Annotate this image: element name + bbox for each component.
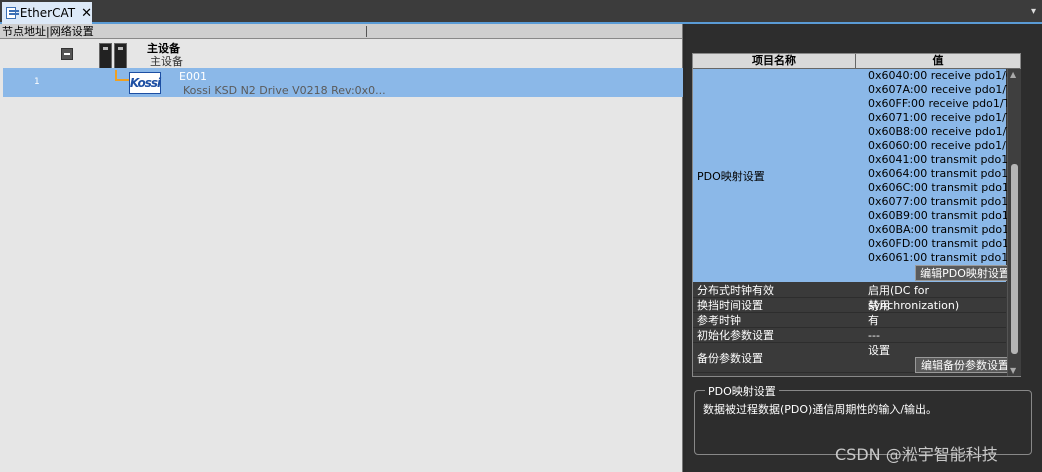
pdo-entry: 0x607A:00 receive pdo1/Ta...: [868, 83, 1008, 96]
column-item-name[interactable]: 项目名称: [693, 54, 856, 68]
description-title: PDO映射设置: [705, 383, 779, 399]
property-scrollbar[interactable]: ▲ ▼: [1007, 69, 1021, 376]
slave-device-row[interactable]: 1 Kossi E001 Kossi KSD N2 Drive V0218 Re…: [3, 68, 683, 97]
edit-pdo-mapping-button[interactable]: 编辑PDO映射设置: [915, 265, 1015, 281]
node-address-header: 节点地址|网络设置: [0, 24, 682, 39]
properties-panel: 项目名称 值 PDO映射设置 0x6040:00 receive pdo1/C.…: [686, 24, 1042, 472]
property-rows: 分布式时钟有效 启用(DC for synchronization) 换挡时间设…: [693, 283, 1015, 373]
network-topology-panel: 节点地址|网络设置 主设备 主设备 1 Kossi E001 Kossi KSD…: [0, 24, 683, 472]
property-row-distributed-clock[interactable]: 分布式时钟有效 启用(DC for synchronization): [693, 283, 1006, 312]
pdo-entry: 0x60B8:00 receive pdo1/To...: [868, 125, 1008, 138]
property-name: 换挡时间设置: [697, 299, 763, 312]
master-device-row[interactable]: 主设备 主设备: [0, 39, 683, 69]
property-row-backup-params[interactable]: 备份参数设置 设置 编辑备份参数设置: [693, 343, 1015, 373]
property-value: 有: [868, 314, 879, 327]
pdo-entry: 0x6077:00 transmit pdo1/T...: [868, 195, 1008, 208]
edit-backup-params-button[interactable]: 编辑备份参数设置: [915, 357, 1015, 373]
property-value: ---: [868, 329, 880, 342]
property-row-shift-time[interactable]: 换挡时间设置 禁用: [693, 298, 1006, 313]
header-divider[interactable]: [365, 25, 367, 37]
pdo-mapping-row[interactable]: PDO映射设置 0x6040:00 receive pdo1/C... 0x60…: [693, 69, 1015, 282]
slave-name: E001: [179, 70, 207, 83]
pdo-entry: 0x60BA:00 transmit pdo1/T...: [868, 223, 1008, 236]
pdo-entry: 0x6041:00 transmit pdo1/S...: [868, 153, 1008, 166]
description-text: 数据被过程数据(PDO)通信周期性的输入/输出。: [703, 403, 938, 416]
connection-line: [115, 70, 129, 81]
master-device-icon: [99, 43, 129, 69]
property-row-init-params[interactable]: 初始化参数设置 ---: [693, 328, 1006, 343]
tab-ethercat[interactable]: EtherCAT ✕: [2, 2, 92, 24]
document-tab-bar: EtherCAT ✕ ▾: [0, 0, 1042, 24]
pdo-mapping-label: PDO映射设置: [697, 170, 765, 183]
property-value: 禁用: [868, 299, 890, 312]
ethercat-icon: [6, 7, 19, 19]
pdo-entry: 0x606C:00 transmit pdo1/...: [868, 181, 1008, 194]
property-name: 备份参数设置: [697, 352, 763, 365]
pdo-entry: 0x60B9:00 transmit pdo1/T...: [868, 209, 1008, 222]
property-name: 分布式时钟有效: [697, 284, 774, 297]
tab-label: EtherCAT: [19, 6, 76, 20]
property-row-reference-clock[interactable]: 参考时钟 有: [693, 313, 1006, 328]
collapse-icon[interactable]: [61, 48, 73, 60]
scroll-down-icon[interactable]: ▼: [1010, 366, 1016, 375]
pdo-entry: 0x6061:00 transmit pdo1/...: [868, 251, 1008, 264]
scroll-up-icon[interactable]: ▲: [1010, 70, 1016, 79]
property-name: 初始化参数设置: [697, 329, 774, 342]
chevron-down-icon[interactable]: ▾: [1031, 6, 1036, 17]
watermark: CSDN @淞宇智能科技: [835, 445, 998, 464]
scroll-thumb[interactable]: [1011, 164, 1018, 354]
pdo-entry: 0x6064:00 transmit pdo1/P...: [868, 167, 1008, 180]
column-value[interactable]: 值: [856, 54, 1020, 68]
pdo-entry: 0x60FF:00 receive pdo1/Ta...: [868, 97, 1008, 110]
kossi-logo-icon: Kossi: [129, 72, 161, 94]
slave-description: Kossi KSD N2 Drive V0218 Rev:0x0...: [183, 84, 386, 97]
pdo-entry: 0x60FD:00 transmit pdo1/...: [868, 237, 1008, 250]
property-name: 参考时钟: [697, 314, 741, 327]
close-icon[interactable]: ✕: [81, 6, 92, 21]
header-label: 节点地址|网络设置: [2, 25, 94, 38]
pdo-entry: 0x6040:00 receive pdo1/C...: [868, 69, 1008, 82]
property-table-header: 项目名称 值: [693, 54, 1020, 69]
pdo-entry: 0x6071:00 receive pdo1/Ta...: [868, 111, 1008, 124]
property-value: 启用(DC for synchronization): [868, 284, 960, 312]
pdo-entry: 0x6060:00 receive pdo1/M...: [868, 139, 1008, 152]
master-subtitle: 主设备: [150, 55, 183, 68]
pdo-entry-list: 0x6040:00 receive pdo1/C... 0x607A:00 re…: [868, 69, 1008, 265]
property-table: 项目名称 值 PDO映射设置 0x6040:00 receive pdo1/C.…: [692, 53, 1021, 377]
node-address: 1: [34, 77, 40, 87]
